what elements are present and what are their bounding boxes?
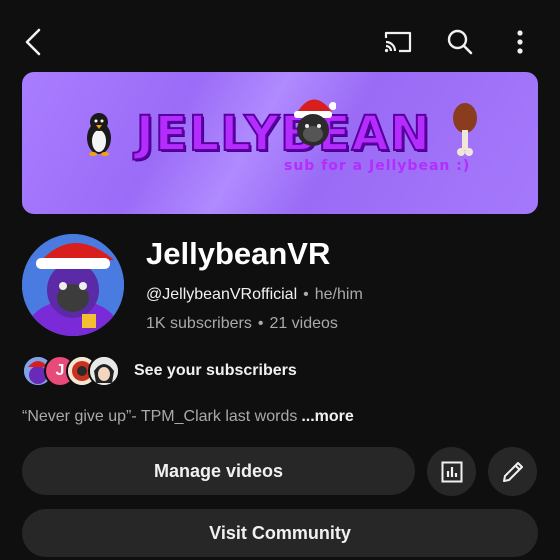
channel-description[interactable]: “Never give up”- TPM_Clark last words...… [22, 408, 354, 426]
back-button[interactable] [14, 22, 54, 62]
penguin-icon [87, 113, 111, 156]
more-link[interactable]: ...more [301, 408, 353, 425]
more-vertical-icon [517, 30, 523, 54]
santa-gorilla-icon [294, 99, 336, 146]
analytics-icon [441, 461, 462, 482]
top-bar [0, 0, 560, 72]
video-count: 21 videos [269, 315, 338, 332]
pronouns: he/him [314, 286, 363, 303]
search-icon [447, 29, 473, 55]
channel-handle: @JellybeanVRofficial [146, 286, 298, 303]
see-subscribers-row[interactable]: J See your subscribers [22, 353, 422, 389]
analytics-button[interactable] [427, 447, 476, 496]
drumstick-icon [453, 103, 477, 156]
cast-icon [384, 31, 412, 53]
back-arrow-icon [25, 28, 41, 56]
handle-line: @JellybeanVRofficial • he/him [146, 286, 363, 304]
description-text: “Never give up”- TPM_Clark last words [22, 408, 298, 425]
banner-subtitle: sub for a Jellybean :) [284, 158, 471, 174]
see-subscribers-link[interactable]: See your subscribers [134, 362, 297, 380]
separator: • [257, 315, 264, 332]
stats-line: 1K subscribers • 21 videos [146, 315, 338, 333]
separator: • [303, 286, 309, 303]
pencil-icon [502, 461, 523, 482]
banner-title: JELLYBEAN [135, 105, 431, 163]
channel-avatar[interactable] [22, 234, 124, 336]
cast-button[interactable] [378, 22, 418, 62]
channel-banner: JELLYBEAN sub for a Jellybean :) [22, 72, 538, 214]
visit-community-button[interactable]: Visit Community [22, 509, 538, 557]
subscriber-avatar [88, 355, 120, 387]
gorilla-avatar-icon [22, 234, 124, 336]
more-options-button[interactable] [500, 22, 540, 62]
manage-videos-button[interactable]: Manage videos [22, 447, 415, 495]
search-button[interactable] [440, 22, 480, 62]
subscriber-count: 1K subscribers [146, 315, 252, 332]
subscriber-avatar-icon [90, 357, 118, 385]
edit-channel-button[interactable] [488, 447, 537, 496]
channel-name: JellybeanVR [146, 236, 331, 271]
